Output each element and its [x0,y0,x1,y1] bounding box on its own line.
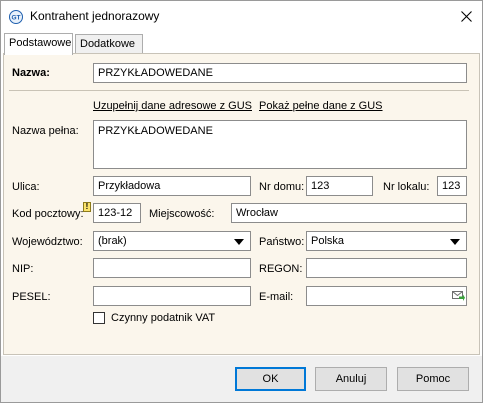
email-input[interactable] [306,286,467,306]
regon-input[interactable] [306,258,467,278]
regon-label: REGON: [259,263,303,275]
email-label: E-mail: [259,291,294,303]
chevron-down-icon [450,239,460,245]
nr-domu-input[interactable]: 123 [306,176,373,196]
nr-domu-label: Nr domu: [259,181,305,193]
vat-checkbox[interactable] [93,312,105,324]
chevron-down-icon [234,239,244,245]
gus-fill-link[interactable]: Uzupełnij dane adresowe z GUS [93,100,252,112]
svg-text:GT: GT [11,15,20,22]
gus-show-link[interactable]: Pokaż pełne dane z GUS [259,100,383,112]
pesel-label: PESEL: [12,291,51,303]
tab-podstawowe[interactable]: Podstawowe [4,33,73,55]
title-bar: GT Kontrahent jednorazowy [1,1,482,32]
miejscowosc-input[interactable]: Wrocław [231,203,467,223]
kod-pocztowy-label: Kod pocztowy: [12,208,84,220]
kod-pocztowy-input[interactable]: 123-12 [93,203,141,223]
panstwo-label: Państwo: [259,236,305,248]
window-title: Kontrahent jednorazowy [30,9,160,23]
gt-app-icon: GT [9,10,23,24]
panstwo-select[interactable]: Polska [306,231,467,251]
help-button[interactable]: Pomoc [397,367,469,391]
ulica-label: Ulica: [12,181,40,193]
close-button[interactable] [451,4,481,28]
dialog-window: GT Kontrahent jednorazowy Podstawowe Dod… [0,0,483,403]
nazwa-pelna-textarea[interactable]: PRZYKŁADOWEDANE [93,120,467,169]
tab-dodatkowe[interactable]: Dodatkowe [75,34,143,54]
cancel-button[interactable]: Anuluj [315,367,387,391]
nazwa-label: Nazwa: [12,67,50,79]
vat-label: Czynny podatnik VAT [111,312,216,324]
ulica-input[interactable]: Przykładowa [93,176,251,196]
wojewodztwo-label: Województwo: [12,236,83,248]
close-icon [460,10,472,22]
miejscowosc-label: Miejscowość: [149,208,215,220]
wojewodztwo-select[interactable]: (brak) [93,231,251,251]
panstwo-value: Polska [311,235,345,247]
ok-button[interactable]: OK [235,367,306,391]
separator [9,90,469,91]
nr-lokalu-input[interactable]: 123 [437,176,467,196]
nip-input[interactable] [93,258,251,278]
send-email-icon[interactable] [452,291,465,301]
warning-icon: ! [83,202,91,212]
nazwa-pelna-label: Nazwa pełna: [12,125,79,137]
nr-lokalu-label: Nr lokalu: [383,181,430,193]
nazwa-input[interactable]: PRZYKŁADOWEDANE [93,63,467,83]
nip-label: NIP: [12,263,34,275]
wojewodztwo-value: (brak) [98,235,127,247]
pesel-input[interactable] [93,286,251,306]
